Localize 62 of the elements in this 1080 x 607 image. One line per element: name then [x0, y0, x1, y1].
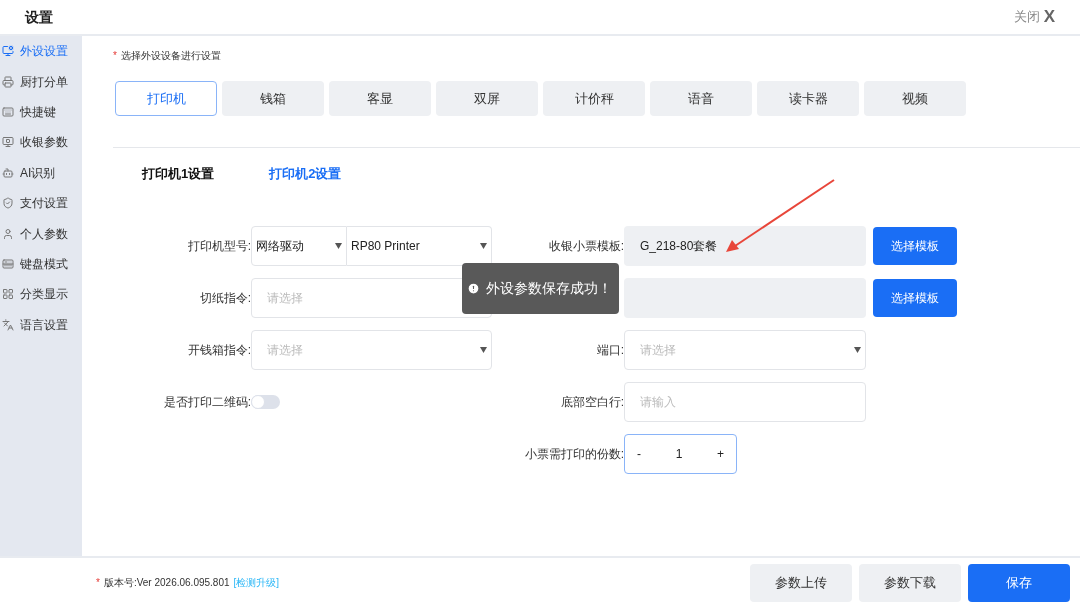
toggle-switch[interactable] [251, 394, 280, 409]
device-tab[interactable]: 客显 [329, 81, 431, 116]
field-label: 端口: [596, 341, 624, 359]
sidebar-item-icon [2, 227, 14, 240]
number-stepper[interactable]: - 1 + [624, 433, 737, 474]
caret-icon [480, 346, 487, 353]
save-success-toast: 外设参数保存成功！ [462, 263, 619, 314]
sidebar-item-icon [2, 288, 14, 301]
sidebar-item[interactable]: 语言设置 [0, 309, 82, 340]
field-label: 切纸指令: [199, 289, 251, 307]
device-tab[interactable]: 读卡器 [757, 81, 859, 116]
window-title: 设置 [25, 7, 53, 27]
action-button[interactable]: 参数上传 [750, 563, 852, 602]
choose-template-button[interactable]: 选择模板 [873, 278, 957, 317]
plus-button[interactable]: + [716, 444, 724, 463]
sidebar-item[interactable]: 外设设置 [0, 36, 82, 67]
device-tab[interactable]: 语音 [650, 81, 752, 116]
sidebar-item-icon [2, 136, 14, 149]
field-label: 是否打印二维码: [163, 393, 251, 411]
sidebar-item-icon [2, 45, 14, 58]
alert-icon [467, 282, 480, 295]
printer-tab[interactable]: 打印机2设置 [269, 164, 342, 184]
sidebar-item[interactable]: 快捷键 [0, 96, 82, 128]
driver-select[interactable]: 网络驱动 [251, 225, 347, 266]
field-label: 开钱箱指令: [187, 341, 251, 359]
sidebar-item[interactable]: 分类显示 [0, 279, 82, 310]
device-tab[interactable]: 钱箱 [222, 81, 324, 116]
sidebar-item[interactable]: 收银参数 [0, 127, 82, 158]
choose-template-button[interactable]: 选择模板 [873, 226, 957, 265]
device-tab[interactable]: 打印机 [115, 81, 217, 116]
version-text: 版本号:Ver 2026.06.095.801 [103, 576, 230, 590]
sidebar-item[interactable]: 键盘模式 [0, 248, 82, 280]
action-button[interactable]: 参数下载 [859, 563, 961, 602]
sidebar-item-icon [2, 105, 14, 118]
device-tab[interactable]: 计价秤 [543, 81, 645, 116]
hint-text: 选择外设设备进行设置 [120, 48, 221, 63]
save-button[interactable]: 保存 [968, 563, 1070, 602]
field-label: 底部空白行: [560, 393, 624, 411]
sidebar-item-icon [2, 318, 14, 331]
sidebar-item-icon [2, 257, 14, 270]
sidebar-item[interactable]: 厨打分单 [0, 66, 82, 97]
field-label: 打印机型号: [187, 237, 251, 255]
sidebar-item-icon [2, 75, 14, 88]
printer-tab[interactable]: 打印机1设置 [142, 164, 215, 184]
required-mark: * [113, 48, 117, 63]
required-mark: * [96, 576, 100, 590]
sidebar-item[interactable]: 支付设置 [0, 187, 82, 219]
field-label: 小票需打印的份数: [524, 445, 624, 463]
close-button[interactable]: 关闭 X [1013, 4, 1055, 30]
minus-button[interactable]: - [637, 444, 641, 463]
caret-icon [480, 242, 487, 249]
template-field[interactable]: G_218-80套餐 [624, 225, 866, 266]
stepper-value: 1 [675, 445, 683, 463]
device-tab[interactable]: 视频 [864, 81, 966, 116]
field-label: 收银小票模板: [548, 237, 624, 255]
sidebar-item[interactable]: AI识别 [0, 157, 82, 188]
sidebar-item-icon [2, 197, 14, 210]
caret-icon [335, 242, 342, 249]
device-tab[interactable]: 双屏 [436, 81, 538, 116]
caret-icon [854, 346, 861, 353]
sidebar-item[interactable]: 个人参数 [0, 218, 82, 249]
sidebar-item-icon [2, 166, 14, 179]
